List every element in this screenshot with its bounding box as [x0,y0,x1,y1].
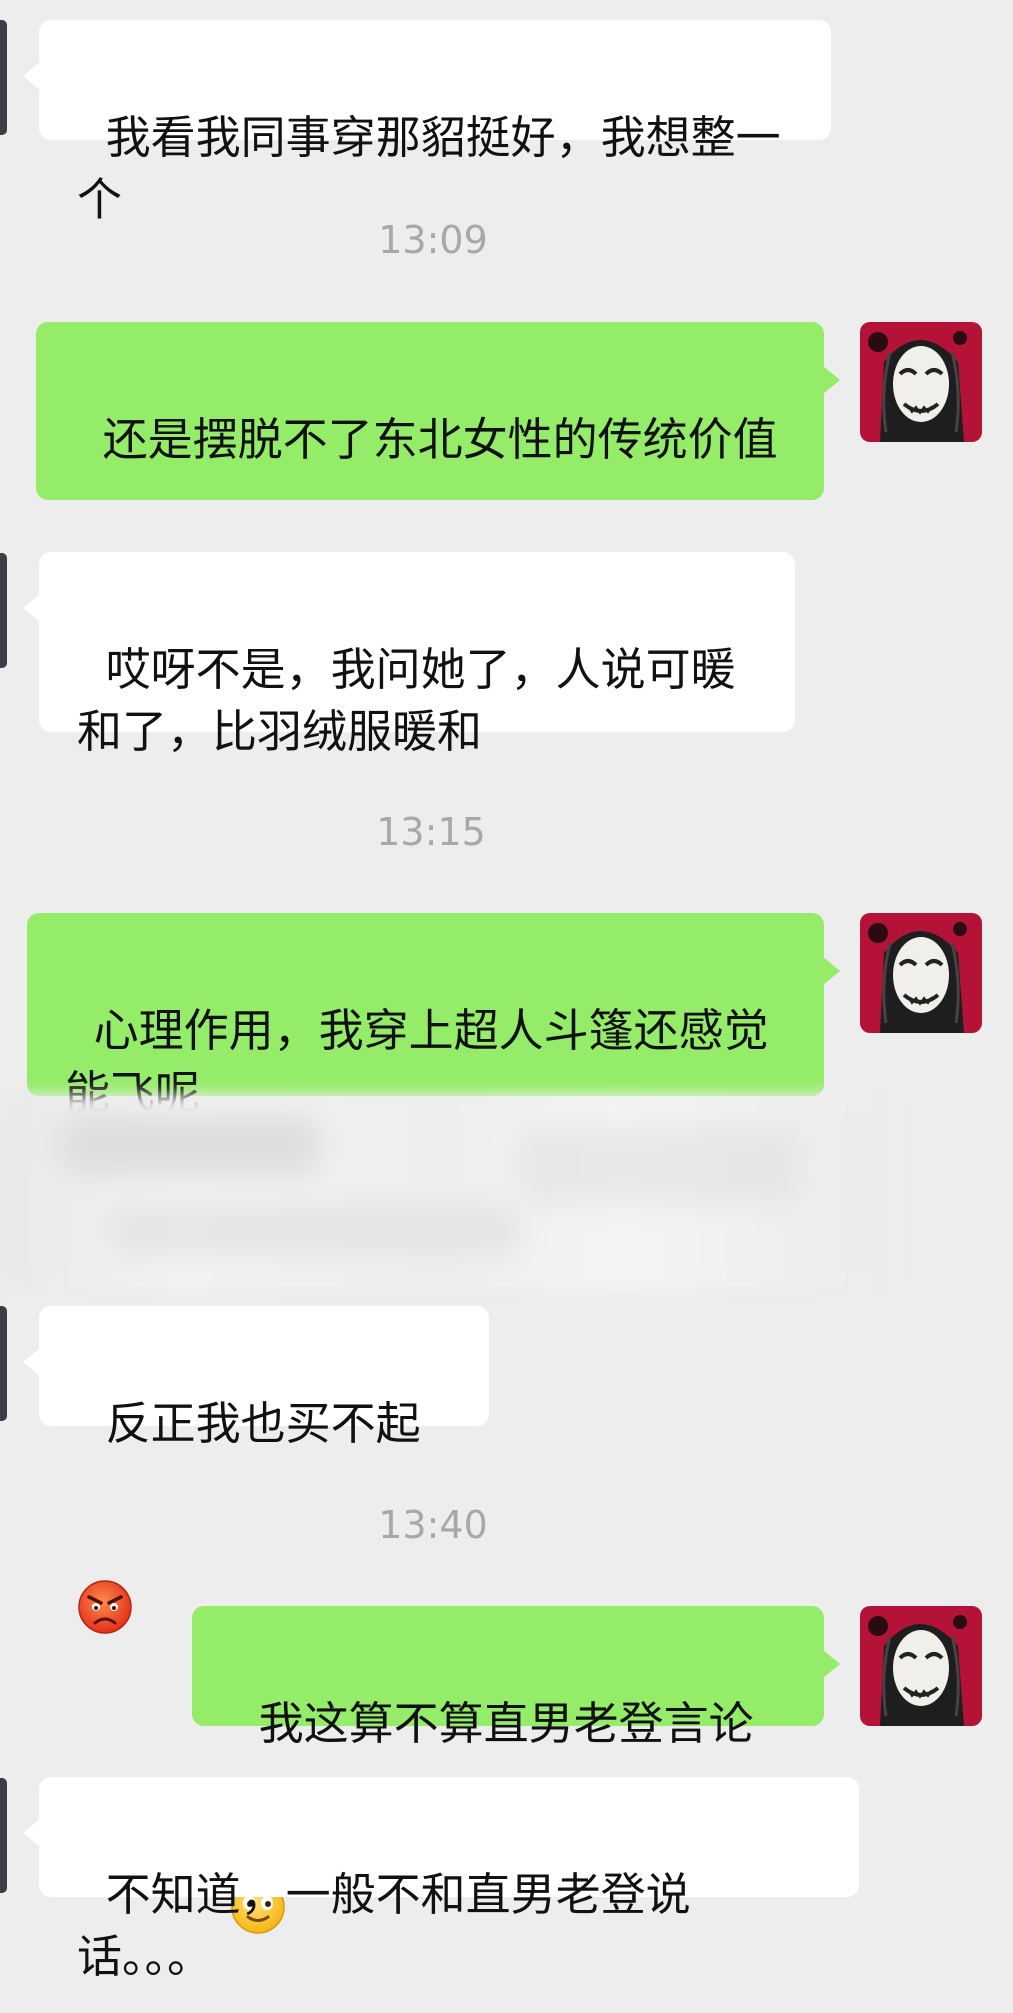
smirk-emoji-icon [254,471,310,650]
timestamp: 13:15 [376,810,486,854]
contact-avatar-edge[interactable] [0,1306,7,1421]
message-bubble-outgoing[interactable]: 我这算不算直男老登言论 [192,1606,840,1934]
message-bubble-outgoing[interactable]: 还是摆脱不了东北女性的传统价值认同么？ [36,322,840,714]
contact-avatar-edge[interactable] [0,553,7,668]
contact-avatar-edge[interactable] [0,20,7,135]
message-bubble-incoming[interactable]: 不知道，一般不和直男老登说话。。。 [23,1777,859,1983]
message-text: 不知道，一般不和直男老登说话。。。 [77,1868,691,1983]
message-text: 我这算不算直男老登言论 [258,1697,754,1750]
mask-avatar-icon [860,1606,982,1726]
my-avatar[interactable] [860,913,982,1033]
message-text: 我看我同事穿那貂挺好，我想整一个 [77,111,781,226]
my-avatar[interactable] [860,1606,982,1726]
message-text: 反正我也买不起 [105,1397,421,1450]
message-bubble-outgoing[interactable]: 心理作用，我穿上超人斗篷还感觉能飞呢 [27,913,840,1119]
timestamp: 13:09 [378,218,488,262]
contact-avatar-edge[interactable] [0,1778,7,1893]
message-bubble-incoming[interactable]: 哎呀不是，我问她了，人说可暖和了，比羽绒服暖和 [23,552,795,758]
message-bubble-incoming[interactable]: 反正我也买不起 [23,1306,489,1634]
my-avatar[interactable] [860,322,982,442]
message-text: 哎呀不是，我问她了，人说可暖和了，比羽绒服暖和 [77,643,736,758]
mask-avatar-icon [860,913,982,1033]
message-bubble-incoming[interactable]: 我看我同事穿那貂挺好，我想整一个 [23,20,831,226]
blurred-redacted-region [0,1095,890,1290]
timestamp: 13:40 [378,1503,488,1547]
mask-avatar-icon [860,322,982,442]
